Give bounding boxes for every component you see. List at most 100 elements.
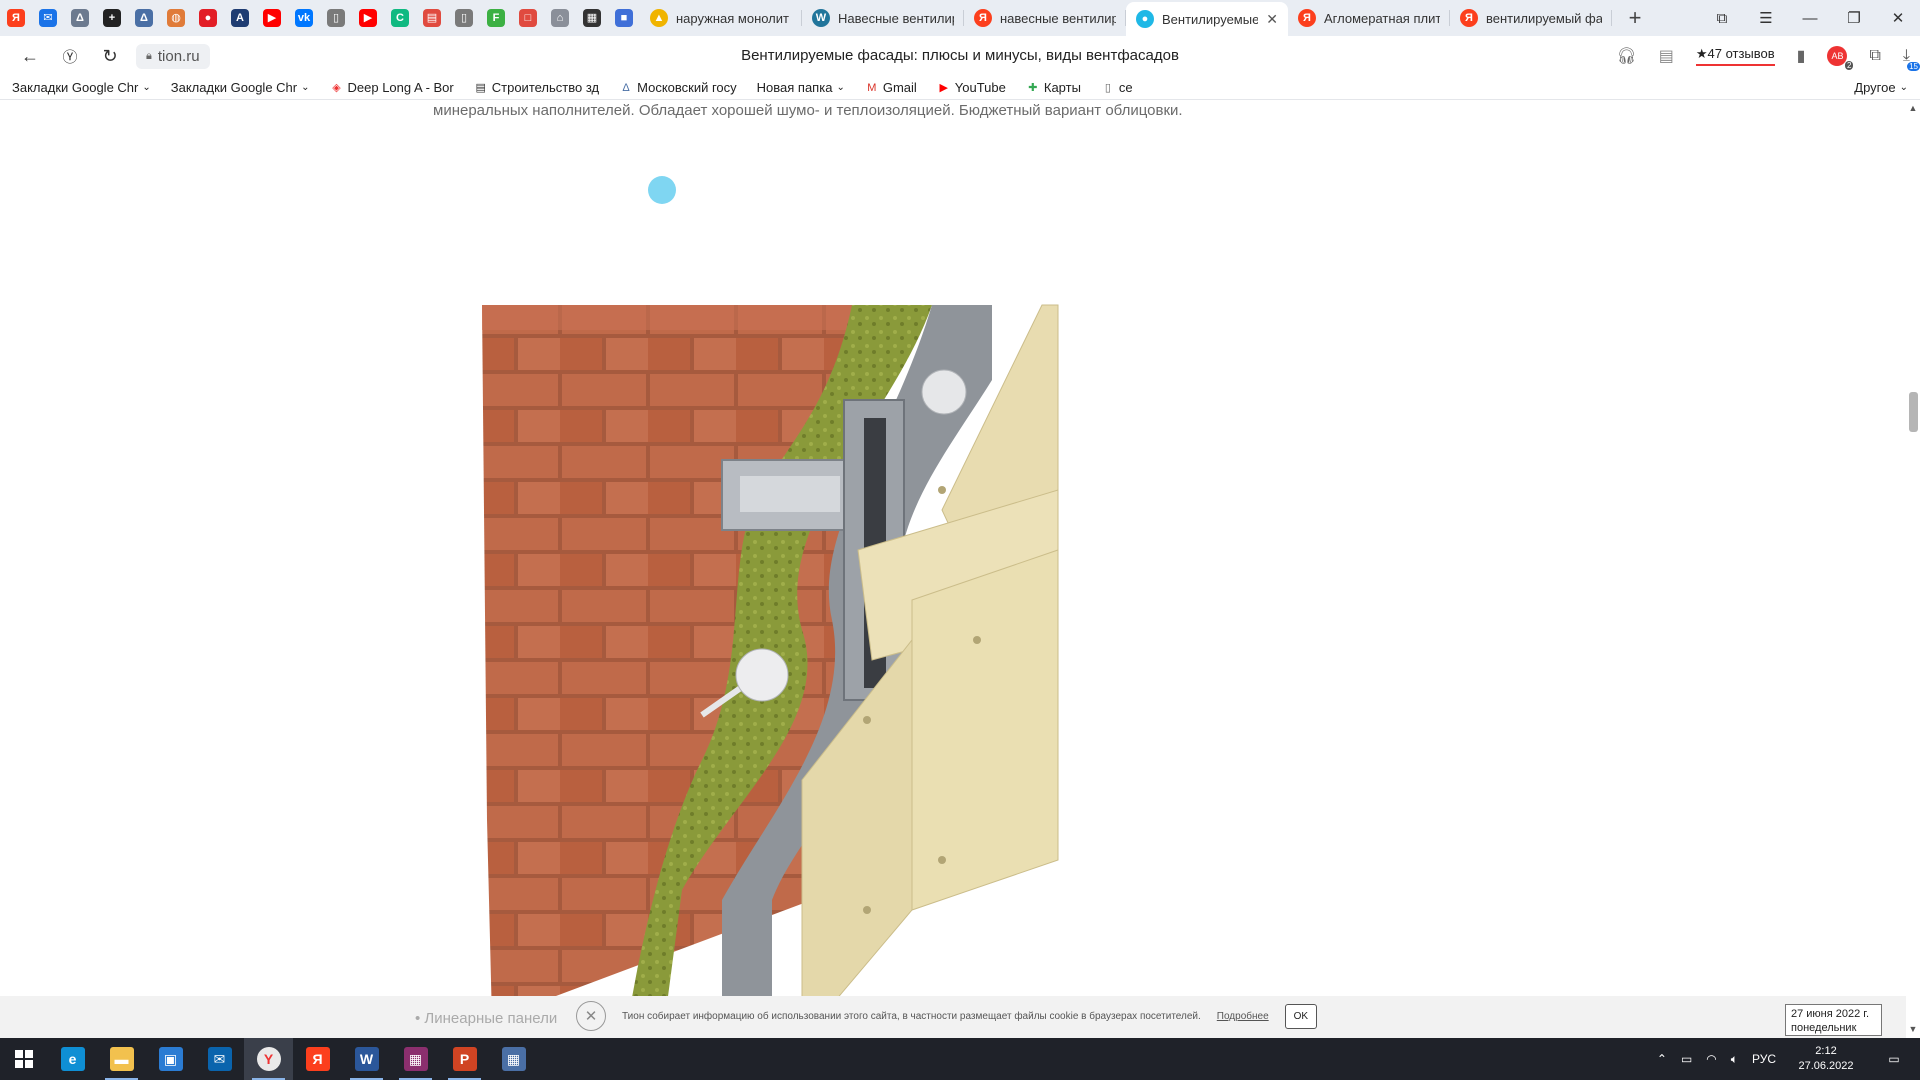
bookmark-item[interactable]: ▶ YouTube — [937, 80, 1006, 95]
tab[interactable]: W Навесные вентилир — [802, 0, 964, 36]
scrollbar[interactable]: ▲ ▼ — [1906, 100, 1920, 1038]
pinned-tab[interactable]: ● — [192, 0, 224, 36]
adblock-extension-icon[interactable]: AB 2 — [1827, 46, 1854, 70]
taskbar-app-word[interactable]: W — [342, 1038, 391, 1080]
yandex-icon: Я — [974, 9, 992, 27]
taskbar-app-store[interactable]: ▣ — [146, 1038, 195, 1080]
taskbar-app-mail[interactable]: ✉ — [195, 1038, 244, 1080]
pinned-tab[interactable]: C — [384, 0, 416, 36]
bookmark-item[interactable]: ▤ Строительство зд — [474, 80, 600, 95]
headphones-icon[interactable]: 🎧︎ — [1616, 46, 1636, 66]
bookmark-item[interactable]: Новая папка ⌄ — [757, 80, 845, 95]
chevron-up-icon[interactable]: ⌃ — [1657, 1052, 1667, 1066]
cookie-text: Тион собирает информацию об использовани… — [622, 1010, 1201, 1022]
tab[interactable]: Явентилируемый фа — [1450, 0, 1612, 36]
tab[interactable]: Я Агломератная плит — [1288, 0, 1450, 36]
tab-active[interactable]: ● Вентилируемые ✕ — [1126, 2, 1288, 36]
pinned-tab[interactable]: + — [96, 0, 128, 36]
bookmark-item[interactable]: Закладки Google Chr ⌄ — [171, 80, 310, 95]
url-field[interactable]: 🔒︎ tion.ru — [136, 43, 210, 69]
taskbar-app-explorer[interactable]: ▬ — [97, 1038, 146, 1080]
pinned-tab[interactable]: Δ — [64, 0, 96, 36]
pinned-tab[interactable]: A — [224, 0, 256, 36]
yandex-icon: Я — [1460, 9, 1478, 27]
new-tab-button[interactable]: + — [1618, 1, 1652, 35]
pinned-tab[interactable]: ▤ — [416, 0, 448, 36]
pinned-tab[interactable]: Я — [0, 0, 32, 36]
tab-title: Навесные вентилир — [838, 10, 954, 26]
bookmark-label: Закладки Google Chr — [12, 80, 139, 95]
bookmark-item[interactable]: Закладки Google Chr ⌄ — [12, 80, 151, 95]
bookmark-icon[interactable]: ▮ — [1797, 46, 1806, 66]
cookie-close-button[interactable]: ✕ — [576, 1001, 606, 1031]
reviews-button[interactable]: ★47 отзывов — [1695, 46, 1775, 66]
pinned-tab[interactable]: ▯ — [448, 0, 480, 36]
close-tab-icon[interactable]: ✕ — [1266, 11, 1278, 28]
cookie-more-link[interactable]: Подробнее — [1217, 1011, 1269, 1022]
close-window-button[interactable]: ✕ — [1876, 0, 1920, 36]
back-button[interactable]: ← — [10, 40, 50, 72]
battery-icon[interactable]: ▭ — [1681, 1052, 1692, 1066]
reload-button[interactable]: ↻ — [90, 40, 130, 72]
tab-title: наружная монолит — [676, 10, 789, 26]
cursor-highlight — [648, 176, 676, 204]
bookmark-label: се — [1118, 80, 1133, 95]
taskbar-app-yandex[interactable]: Я — [293, 1038, 342, 1080]
restore-button[interactable]: ❐ — [1832, 0, 1876, 36]
other-bookmarks[interactable]: Другое ⌄ — [1854, 80, 1908, 95]
yandex-icon: Я — [1298, 9, 1316, 27]
clock[interactable]: 2:12 27.06.2022 — [1790, 1044, 1862, 1074]
language-indicator[interactable]: РУС — [1752, 1052, 1776, 1066]
bookmark-item[interactable]: ▯ се — [1101, 80, 1133, 95]
wordpress-icon: W — [812, 9, 830, 27]
reader-mode-icon[interactable]: ▤ — [1659, 46, 1674, 66]
taskbar-app-powerpoint[interactable]: P — [440, 1038, 489, 1080]
document-icon: ▯ — [455, 9, 473, 27]
scroll-thumb[interactable] — [1909, 392, 1918, 432]
tab[interactable]: ▲ наружная монолит — [640, 0, 802, 36]
pinned-tab[interactable]: ▦ — [576, 0, 608, 36]
notifications-button[interactable]: ▭ — [1876, 1038, 1912, 1080]
tower-icon: Δ — [71, 9, 89, 27]
book-icon: ▦ — [583, 9, 601, 27]
bookmark-item[interactable]: ✚ Карты — [1026, 80, 1081, 95]
minimize-button[interactable]: — — [1788, 0, 1832, 36]
taskbar-app-edge[interactable]: e — [48, 1038, 97, 1080]
address-bar: ← Ⓨ ↻ 🔒︎ tion.ru Вентилируемые фасады: п… — [0, 36, 1920, 76]
menu-icon[interactable]: ☰ — [1744, 0, 1788, 36]
pinned-tab[interactable]: □ — [512, 0, 544, 36]
pinned-tab[interactable]: ◍ — [160, 0, 192, 36]
downloads-icon[interactable]: ⤓ 15 — [1903, 47, 1920, 71]
taskbar-app-calculator[interactable]: ▦ — [489, 1038, 538, 1080]
pinned-tab[interactable]: F — [480, 0, 512, 36]
pinned-tab[interactable]: ▶ — [352, 0, 384, 36]
tion-icon: ● — [1136, 10, 1154, 28]
pinned-tab[interactable]: vk — [288, 0, 320, 36]
yandex-icon: Я — [305, 1047, 330, 1071]
pinned-tab[interactable]: ■ — [608, 0, 640, 36]
bookmark-item[interactable]: M Gmail — [865, 80, 917, 95]
taskbar-app-winrar[interactable]: ▦ — [391, 1038, 440, 1080]
tab[interactable]: Янавесные вентилир — [964, 0, 1126, 36]
collections-icon[interactable]: ⧉ — [1869, 47, 1880, 65]
date-tooltip: 27 июня 2022 г. понедельник — [1785, 1004, 1882, 1036]
system-tray: ⌃ ▭ ◠ 🔈︎ РУС 2:12 27.06.2022 ▭ — [1657, 1038, 1920, 1080]
cookie-notice: ✕ Тион собирает информацию об использова… — [576, 1000, 1318, 1032]
pinned-tab[interactable]: ▶ — [256, 0, 288, 36]
pinned-tab[interactable]: Δ — [128, 0, 160, 36]
bookmark-item[interactable]: ◈ Deep Long A - Bor — [330, 80, 453, 95]
scroll-down-arrow[interactable]: ▼ — [1908, 1024, 1918, 1034]
pinned-tab[interactable]: ⌂ — [544, 0, 576, 36]
volume-icon[interactable]: 🔈︎ — [1731, 1052, 1738, 1067]
tab-manager-icon[interactable]: ⧉ — [1700, 0, 1744, 36]
pinned-tab[interactable]: ✉ — [32, 0, 64, 36]
yandex-home-icon[interactable]: Ⓨ — [50, 40, 90, 72]
bookmark-item[interactable]: Δ Московский госу — [619, 80, 736, 95]
pinned-tab[interactable]: ▯ — [320, 0, 352, 36]
scroll-up-arrow[interactable]: ▲ — [1908, 103, 1918, 113]
taskbar-app-yandex-browser[interactable]: Y — [244, 1038, 293, 1080]
wifi-icon[interactable]: ◠ — [1706, 1052, 1716, 1066]
chat-icon: □ — [519, 9, 537, 27]
start-button[interactable] — [0, 1038, 48, 1080]
cookie-ok-button[interactable]: OK — [1284, 1003, 1318, 1029]
